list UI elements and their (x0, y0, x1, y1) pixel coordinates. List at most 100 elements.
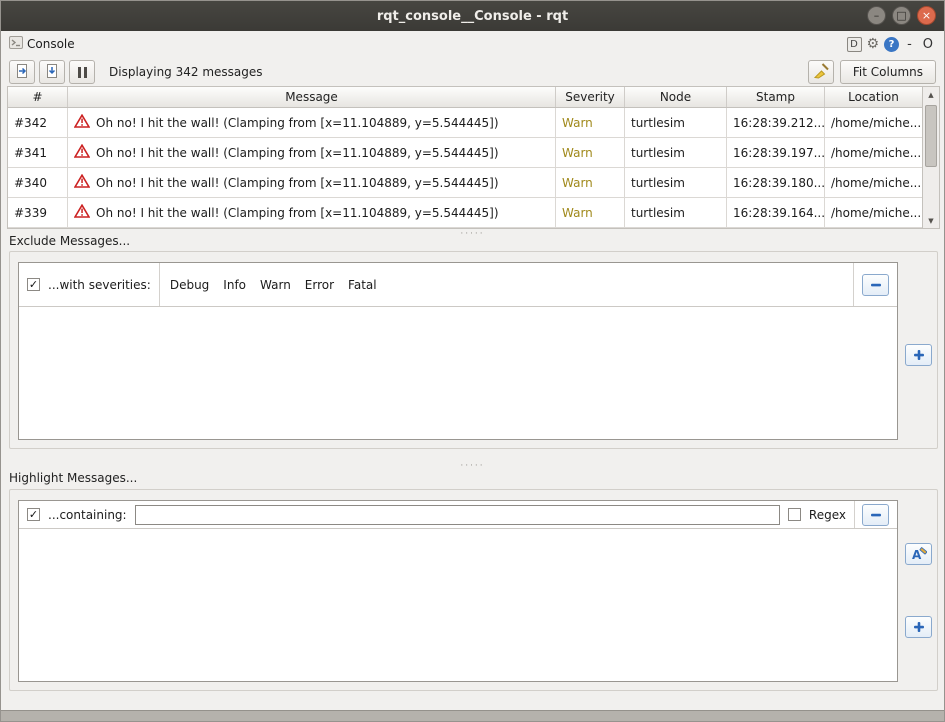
severity-item-error[interactable]: Error (305, 278, 334, 292)
message-text: Oh no! I hit the wall! (Clamping from [x… (96, 116, 499, 130)
plus-icon (913, 621, 925, 633)
minus-icon (870, 509, 882, 521)
scroll-up-icon[interactable]: ▲ (923, 87, 939, 102)
titlebar[interactable]: rqt_console__Console - rqt – □ × (1, 1, 944, 31)
cell-severity: Warn (556, 168, 625, 197)
window-controls: – □ × (867, 6, 936, 25)
remove-highlight-filter-button[interactable] (862, 504, 889, 526)
cell-message: Oh no! I hit the wall! (Clamping from [x… (68, 198, 556, 227)
minus-icon (870, 279, 882, 291)
close-icon[interactable]: × (917, 6, 936, 25)
column-header-location[interactable]: Location (825, 87, 922, 107)
table-scrollbar[interactable]: ▲ ▼ (922, 87, 939, 228)
highlight-group: ✓ ...containing: Regex A (9, 489, 938, 691)
cell-stamp: 16:28:39.197... (727, 138, 825, 167)
save-file-icon (44, 63, 60, 82)
cell-id: #342 (8, 108, 68, 137)
severity-item-info[interactable]: Info (223, 278, 246, 292)
highlight-filter-label: ...containing: (48, 508, 127, 522)
message-text: Oh no! I hit the wall! (Clamping from [x… (96, 206, 499, 220)
gear-icon[interactable]: ⚙ (867, 36, 880, 52)
scrollbar-thumb[interactable] (925, 105, 937, 167)
highlight-mode-button[interactable]: A (905, 543, 932, 565)
exclude-filter-enable[interactable]: ✓ ...with severities: (19, 278, 159, 292)
splitter-handle[interactable]: ····· (1, 463, 944, 469)
highlighter-icon: A (911, 547, 927, 561)
pause-button[interactable] (69, 60, 95, 84)
containing-text-input[interactable] (135, 505, 780, 525)
column-header-message[interactable]: Message (68, 87, 556, 107)
rqt-window: rqt_console__Console - rqt – □ × Console… (0, 0, 945, 722)
column-header-id[interactable]: # (8, 87, 68, 107)
column-header-stamp[interactable]: Stamp (727, 87, 825, 107)
cell-id: #339 (8, 198, 68, 227)
message-count-status: Displaying 342 messages (109, 65, 263, 79)
column-header-severity[interactable]: Severity (556, 87, 625, 107)
add-highlight-filter-button[interactable] (905, 616, 932, 638)
remove-filter-cell (853, 263, 897, 306)
checkbox-checked-icon[interactable]: ✓ (27, 508, 40, 521)
message-text: Oh no! I hit the wall! (Clamping from [x… (96, 146, 499, 160)
dock-title: Console (9, 36, 75, 52)
column-header-node[interactable]: Node (625, 87, 727, 107)
exclude-filter-label: ...with severities: (48, 278, 151, 292)
severity-list: Debug Info Warn Error Fatal (160, 278, 387, 292)
highlight-filter-list: ✓ ...containing: Regex (18, 500, 898, 682)
minimize-icon[interactable]: – (867, 6, 886, 25)
checkbox-unchecked-icon[interactable] (788, 508, 801, 521)
add-exclude-filter-button[interactable] (905, 344, 932, 366)
regex-label: Regex (809, 508, 846, 522)
fit-columns-button[interactable]: Fit Columns (840, 60, 936, 84)
dock-close-icon[interactable]: O (920, 37, 936, 52)
cell-node: turtlesim (625, 108, 727, 137)
plus-icon (913, 349, 925, 361)
pause-icon (78, 67, 87, 78)
exclude-group: ✓ ...with severities: Debug Info Warn Er… (9, 251, 938, 449)
cell-severity: Warn (556, 138, 625, 167)
cell-id: #340 (8, 168, 68, 197)
table-row[interactable]: #340 Oh no! I hit the wall! (Clamping fr… (8, 168, 939, 198)
clear-messages-button[interactable] (808, 60, 834, 84)
dock-collapse-icon[interactable]: - (904, 37, 915, 52)
regex-toggle[interactable]: Regex (780, 508, 854, 522)
toolbar: Displaying 342 messages Fit Columns (1, 57, 944, 87)
message-text: Oh no! I hit the wall! (Clamping from [x… (96, 176, 499, 190)
cell-stamp: 16:28:39.180... (727, 168, 825, 197)
help-icon[interactable]: ? (884, 37, 899, 52)
detach-icon[interactable]: D (847, 37, 862, 52)
message-table: # Message Severity Node Stamp Location #… (7, 86, 940, 229)
severity-item-fatal[interactable]: Fatal (348, 278, 377, 292)
remove-exclude-filter-button[interactable] (862, 274, 889, 296)
table-row[interactable]: #341 Oh no! I hit the wall! (Clamping fr… (8, 138, 939, 168)
cell-node: turtlesim (625, 138, 727, 167)
cell-id: #341 (8, 138, 68, 167)
scroll-down-icon[interactable]: ▼ (923, 213, 939, 228)
cell-severity: Warn (556, 108, 625, 137)
console-icon (9, 36, 23, 52)
warning-icon (74, 114, 90, 131)
exclude-filter-row: ✓ ...with severities: Debug Info Warn Er… (19, 263, 897, 307)
cell-node: turtlesim (625, 198, 727, 227)
warning-icon (74, 204, 90, 221)
cell-node: turtlesim (625, 168, 727, 197)
save-messages-button[interactable] (39, 60, 65, 84)
table-row[interactable]: #339 Oh no! I hit the wall! (Clamping fr… (8, 198, 939, 228)
load-messages-button[interactable] (9, 60, 35, 84)
cell-message: Oh no! I hit the wall! (Clamping from [x… (68, 138, 556, 167)
maximize-icon[interactable]: □ (892, 6, 911, 25)
cell-location: /home/miche... (825, 108, 922, 137)
toolbar-right: Fit Columns (808, 60, 936, 84)
severity-item-debug[interactable]: Debug (170, 278, 209, 292)
cell-message: Oh no! I hit the wall! (Clamping from [x… (68, 108, 556, 137)
broom-icon (812, 63, 830, 82)
table-row[interactable]: #342 Oh no! I hit the wall! (Clamping fr… (8, 108, 939, 138)
warning-icon (74, 174, 90, 191)
checkbox-checked-icon[interactable]: ✓ (27, 278, 40, 291)
highlight-filter-enable[interactable]: ✓ ...containing: (19, 508, 135, 522)
severity-item-warn[interactable]: Warn (260, 278, 291, 292)
cell-location: /home/miche... (825, 168, 922, 197)
splitter-handle[interactable]: ····· (1, 231, 944, 237)
cell-stamp: 16:28:39.164... (727, 198, 825, 227)
cell-message: Oh no! I hit the wall! (Clamping from [x… (68, 168, 556, 197)
cell-location: /home/miche... (825, 198, 922, 227)
